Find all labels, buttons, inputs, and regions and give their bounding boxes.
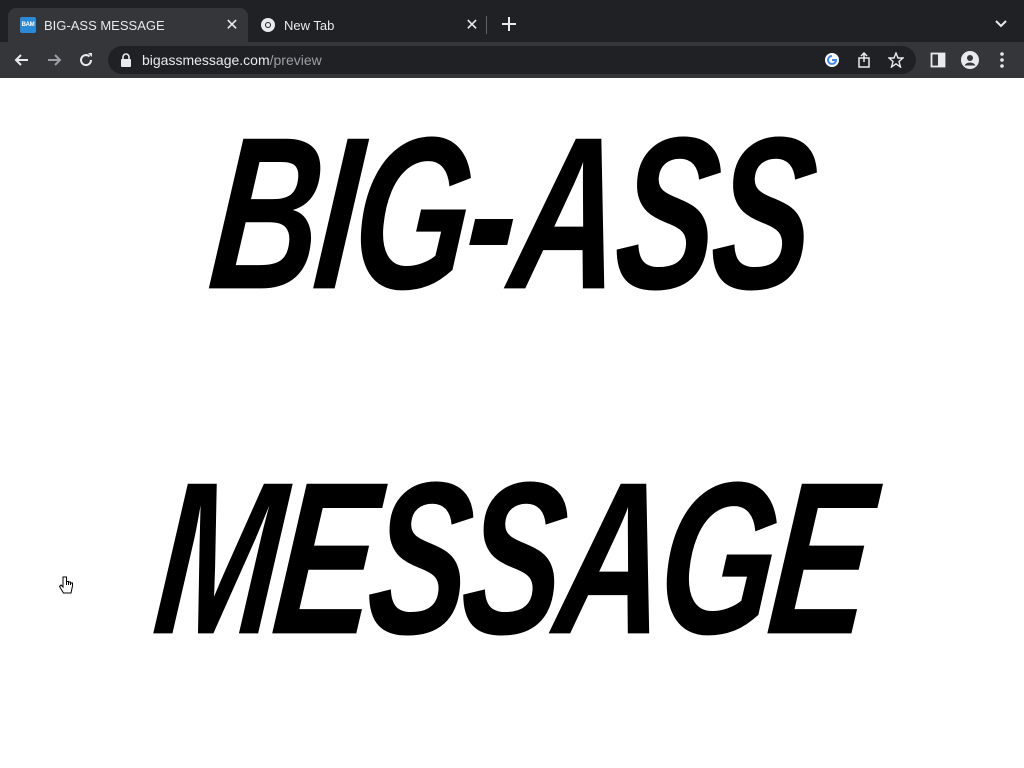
plus-icon bbox=[502, 17, 516, 31]
chrome-icon bbox=[260, 17, 276, 33]
close-tab-icon[interactable]: ✕ bbox=[222, 15, 242, 35]
profile-button[interactable] bbox=[958, 48, 982, 72]
tab-search-button[interactable] bbox=[990, 13, 1012, 35]
close-tab-icon[interactable]: ✕ bbox=[462, 15, 482, 35]
tab-big-ass-message[interactable]: BAM BIG-ASS MESSAGE ✕ bbox=[8, 8, 248, 42]
google-lens-icon[interactable] bbox=[822, 50, 842, 70]
tab-strip: BAM BIG-ASS MESSAGE ✕ New Tab ✕ bbox=[0, 0, 1024, 46]
menu-button[interactable] bbox=[990, 48, 1014, 72]
tab-divider bbox=[486, 16, 487, 34]
page-content: BIG-ASS MESSAGE bbox=[0, 78, 1024, 768]
new-tab-button[interactable] bbox=[498, 13, 520, 35]
avatar-icon bbox=[961, 51, 979, 69]
url-path: /preview bbox=[269, 52, 322, 68]
arrow-right-icon bbox=[48, 54, 62, 66]
address-bar[interactable]: bigassmessage.com/preview bbox=[108, 46, 916, 74]
reload-button[interactable] bbox=[74, 48, 98, 72]
url-text[interactable]: bigassmessage.com/preview bbox=[142, 52, 322, 68]
side-panel-icon bbox=[930, 52, 946, 68]
arrow-left-icon bbox=[14, 54, 28, 66]
lock-icon[interactable] bbox=[116, 50, 136, 70]
chevron-down-icon bbox=[995, 20, 1007, 28]
back-button[interactable] bbox=[10, 48, 34, 72]
tab-title: BIG-ASS MESSAGE bbox=[44, 17, 165, 33]
toolbar: bigassmessage.com/preview bbox=[0, 42, 1024, 78]
hand-cursor-icon bbox=[58, 576, 74, 596]
message-line-2: MESSAGE bbox=[146, 436, 878, 680]
tab-title: New Tab bbox=[284, 17, 335, 33]
share-icon[interactable] bbox=[854, 50, 874, 70]
forward-button[interactable] bbox=[42, 48, 66, 72]
kebab-menu-icon bbox=[1000, 52, 1004, 68]
bam-favicon-icon: BAM bbox=[20, 17, 36, 33]
tab-new-tab[interactable]: New Tab ✕ bbox=[248, 8, 488, 42]
message-line-1: BIG-ASS bbox=[201, 91, 823, 335]
side-panel-button[interactable] bbox=[926, 48, 950, 72]
url-domain: bigassmessage.com bbox=[142, 52, 270, 68]
reload-icon bbox=[80, 53, 93, 67]
bookmark-star-icon[interactable] bbox=[886, 50, 906, 70]
